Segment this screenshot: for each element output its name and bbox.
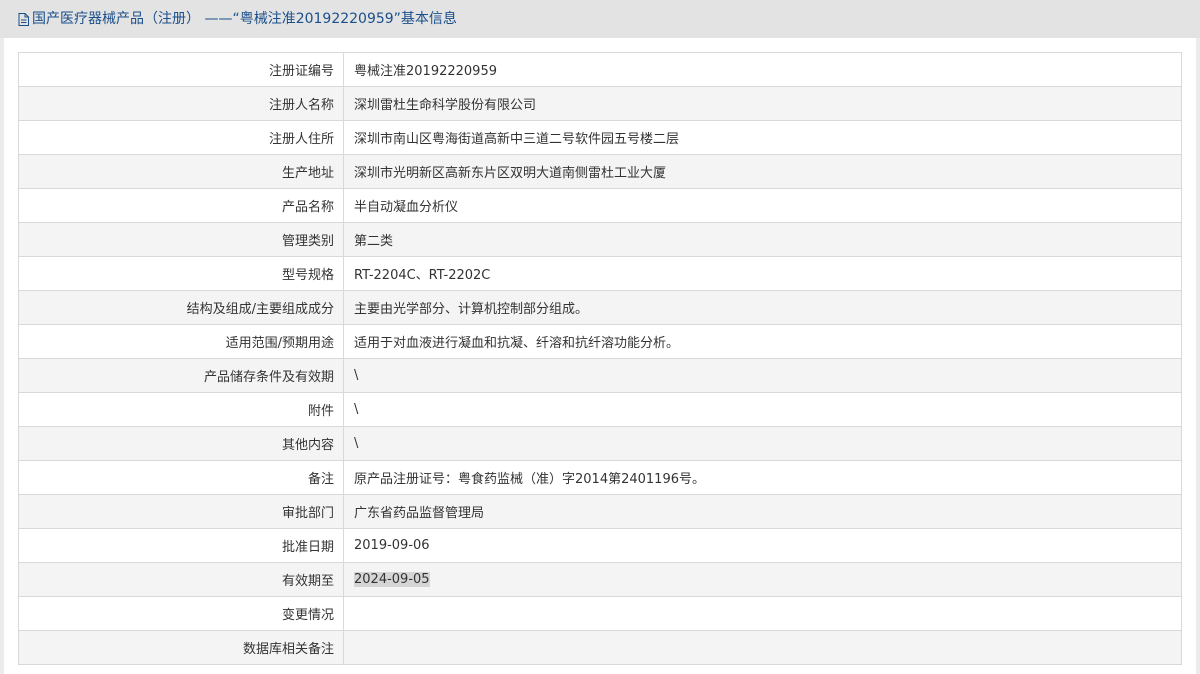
row-label: 管理类别 (18, 222, 344, 257)
row-label: 审批部门 (18, 494, 344, 529)
row-value (343, 596, 1182, 631)
table-row: 型号规格 RT-2204C、RT-2202C (18, 256, 1182, 291)
document-icon (18, 12, 29, 26)
row-label: 注册人住所 (18, 120, 344, 155)
row-value: 第二类 (343, 222, 1182, 257)
table-row: 产品储存条件及有效期 \ (18, 358, 1182, 393)
row-label: 适用范围/预期用途 (18, 324, 344, 359)
row-value: 适用于对血液进行凝血和抗凝、纤溶和抗纤溶功能分析。 (343, 324, 1182, 359)
row-value: \ (343, 426, 1182, 461)
table-row: 附件 \ (18, 392, 1182, 427)
row-value: RT-2204C、RT-2202C (343, 256, 1182, 291)
row-value: 广东省药品监督管理局 (343, 494, 1182, 529)
table-row: 批准日期 2019-09-06 (18, 528, 1182, 563)
table-row: 注册人名称 深圳雷杜生命科学股份有限公司 (18, 86, 1182, 121)
table-row: 注册证编号 粤械注准20192220959 (18, 52, 1182, 87)
row-label: 生产地址 (18, 154, 344, 189)
table-row: 管理类别 第二类 (18, 222, 1182, 257)
table-row: 审批部门 广东省药品监督管理局 (18, 494, 1182, 529)
row-value: 2019-09-06 (343, 528, 1182, 563)
row-label: 有效期至 (18, 562, 344, 597)
row-value: 深圳市光明新区高新东片区双明大道南侧雷杜工业大厦 (343, 154, 1182, 189)
info-panel: 注册证编号 粤械注准20192220959 注册人名称 深圳雷杜生命科学股份有限公司… (4, 38, 1196, 674)
row-label: 注册人名称 (18, 86, 344, 121)
row-label: 产品名称 (18, 188, 344, 223)
table-row: 备注 原产品注册证号：粤食药监械（准）字2014第2401196号。 (18, 460, 1182, 495)
row-label: 结构及组成/主要组成成分 (18, 290, 344, 325)
table-row: 适用范围/预期用途 适用于对血液进行凝血和抗凝、纤溶和抗纤溶功能分析。 (18, 324, 1182, 359)
row-label: 备注 (18, 460, 344, 495)
row-label: 批准日期 (18, 528, 344, 563)
page-title-text: 国产医疗器械产品（注册） ——“粤械注准20192220959”基本信息 (32, 11, 457, 27)
table-row: 产品名称 半自动凝血分析仪 (18, 188, 1182, 223)
row-label: 附件 (18, 392, 344, 427)
row-label: 其他内容 (18, 426, 344, 461)
row-label: 变更情况 (18, 596, 344, 631)
product-info-table: 注册证编号 粤械注准20192220959 注册人名称 深圳雷杜生命科学股份有限公司… (18, 52, 1182, 665)
row-label: 注册证编号 (18, 52, 344, 87)
table-row: 结构及组成/主要组成成分 主要由光学部分、计算机控制部分组成。 (18, 290, 1182, 325)
table-row: 生产地址 深圳市光明新区高新东片区双明大道南侧雷杜工业大厦 (18, 154, 1182, 189)
row-label: 型号规格 (18, 256, 344, 291)
page-header: 国产医疗器械产品（注册） ——“粤械注准20192220959”基本信息 (0, 0, 1200, 38)
row-value: 粤械注准20192220959 (343, 52, 1182, 87)
table-row: 有效期至 2024-09-05 (18, 562, 1182, 597)
row-value: \ (343, 392, 1182, 427)
row-value: 原产品注册证号：粤食药监械（准）字2014第2401196号。 (343, 460, 1182, 495)
row-value: 深圳雷杜生命科学股份有限公司 (343, 86, 1182, 121)
row-value: 2024-09-05 (343, 562, 1182, 597)
table-row: 变更情况 (18, 596, 1182, 631)
table-row: 数据库相关备注 (18, 630, 1182, 665)
row-label: 产品储存条件及有效期 (18, 358, 344, 393)
selected-text: 2024-09-05 (354, 572, 430, 587)
row-value: 主要由光学部分、计算机控制部分组成。 (343, 290, 1182, 325)
table-row: 其他内容 \ (18, 426, 1182, 461)
page-title: 国产医疗器械产品（注册） ——“粤械注准20192220959”基本信息 (18, 10, 457, 28)
table-row: 注册人住所 深圳市南山区粤海街道高新中三道二号软件园五号楼二层 (18, 120, 1182, 155)
row-value (343, 630, 1182, 665)
row-value: 半自动凝血分析仪 (343, 188, 1182, 223)
row-value: 深圳市南山区粤海街道高新中三道二号软件园五号楼二层 (343, 120, 1182, 155)
row-label: 数据库相关备注 (18, 630, 344, 665)
row-value: \ (343, 358, 1182, 393)
